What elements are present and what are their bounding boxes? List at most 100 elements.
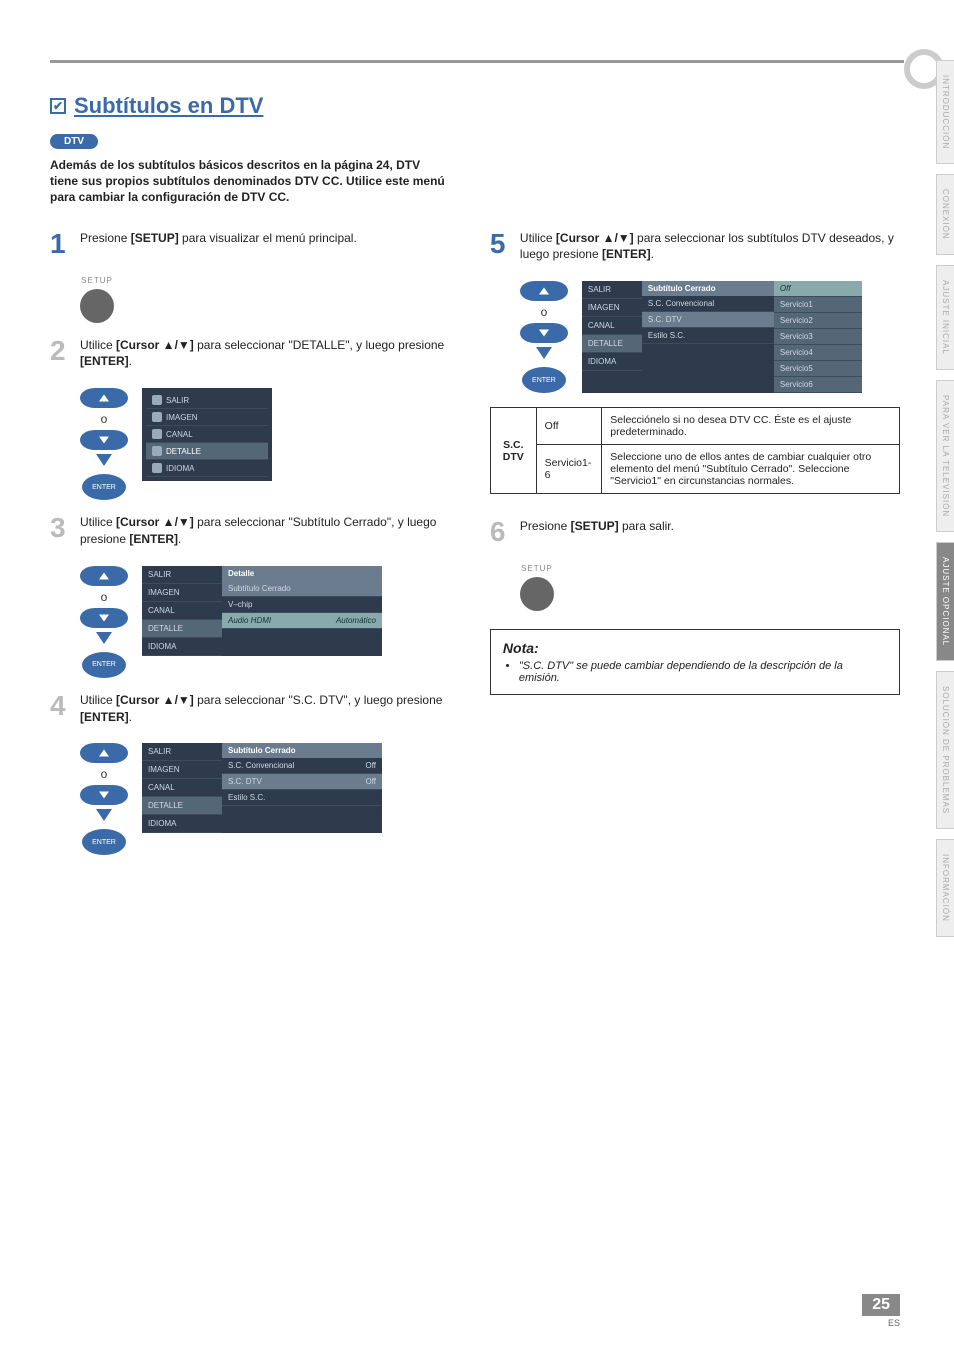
dpad-down-icon: [80, 430, 128, 450]
dpad-or: o: [541, 305, 548, 319]
spec-val: Seleccione uno de ellos antes de cambiar…: [602, 445, 900, 494]
step-3-text: Utilice [Cursor ▲/▼] para seleccionar "S…: [80, 514, 460, 548]
step-4-mid: para seleccionar "S.C. DTV", y luego pre…: [194, 693, 443, 707]
menu-panel-step5: SALIR IMAGEN CANAL DETALLE IDIOMA Subtít…: [582, 281, 862, 393]
step-1-pre: Presione: [80, 231, 131, 245]
row-label: Subtítulo Cerrado: [228, 584, 291, 593]
menu-label: DETALLE: [166, 447, 201, 456]
menu-item: CANAL: [582, 317, 642, 335]
menu-label: CANAL: [148, 783, 175, 792]
dtv-badge: DTV: [50, 134, 98, 149]
menu-label: IDIOMA: [148, 819, 176, 828]
step-5-post: .: [651, 247, 654, 261]
row-value: Off: [365, 777, 376, 786]
menu-label: SALIR: [588, 285, 611, 294]
step-2-post: .: [129, 354, 132, 368]
side-tab: PARA VER LA TELEVISIÓN: [936, 380, 954, 532]
menu-item: SALIR: [142, 566, 222, 584]
step-4-pre: Utilice: [80, 693, 116, 707]
row-value: Off: [365, 761, 376, 770]
side-tab-active: AJUSTE OPCIONAL: [936, 542, 954, 661]
spec-val: Selecciónelo si no desea DTV CC. Éste es…: [602, 408, 900, 445]
side-tabs: INTRODUCCIÓN CONEXIÓN AJUSTE INICIAL PAR…: [936, 60, 954, 937]
setup-button-icon: [520, 577, 554, 611]
menu-item: DETALLE: [142, 797, 222, 815]
dpad-down-icon: [80, 785, 128, 805]
menu-item: IDIOMA: [582, 353, 642, 371]
intro-text: Además de los subtítulos básicos descrit…: [50, 157, 450, 206]
dpad-up-icon: [80, 566, 128, 586]
menu-item: SALIR: [582, 281, 642, 299]
step-number-6: 6: [490, 518, 512, 546]
setup-button-illustration: SETUP: [80, 276, 114, 323]
menu-label: DETALLE: [148, 801, 183, 810]
option-row: Servicio2: [774, 313, 862, 329]
panel-row: S.C. Convencional: [642, 296, 774, 312]
menu-label: SALIR: [148, 747, 171, 756]
panel-row: S.C. ConvencionalOff: [222, 758, 382, 774]
menu-label: IMAGEN: [148, 588, 180, 597]
dpad-up-icon: [80, 743, 128, 763]
step-2-pre: Utilice: [80, 338, 116, 352]
menu-item-idioma: IDIOMA: [146, 460, 268, 477]
option-row: Servicio3: [774, 329, 862, 345]
step-5-pre: Utilice: [520, 231, 556, 245]
panel-row: Audio HDMIAutomático: [222, 613, 382, 629]
note-title: Nota:: [503, 640, 887, 656]
step-number-2: 2: [50, 337, 72, 371]
option-row: Servicio5: [774, 361, 862, 377]
option-label: Servicio5: [780, 364, 813, 373]
step-5-bold2: [ENTER]: [602, 247, 651, 261]
spec-key: Off: [536, 408, 602, 445]
setup-label: SETUP: [80, 276, 114, 285]
option-label: Servicio6: [780, 380, 813, 389]
step-number-5: 5: [490, 230, 512, 264]
menu-item-imagen: IMAGEN: [146, 409, 268, 426]
menu-label: IDIOMA: [588, 357, 616, 366]
spec-key: Servicio1-6: [536, 445, 602, 494]
imagen-icon: [152, 412, 162, 422]
panel-header: Subtítulo Cerrado: [222, 743, 382, 758]
dpad-illustration: o ENTER: [520, 281, 568, 393]
step-2-text: Utilice [Cursor ▲/▼] para seleccionar "D…: [80, 337, 460, 371]
step-number-4: 4: [50, 692, 72, 726]
option-label: Servicio1: [780, 300, 813, 309]
step-number-1: 1: [50, 230, 72, 258]
option-row: Servicio6: [774, 377, 862, 393]
step-6-pre: Presione: [520, 519, 571, 533]
dpad-illustration: o ENTER: [80, 566, 128, 678]
menu-item-detalle: DETALLE: [146, 443, 268, 460]
menu-item-canal: CANAL: [146, 426, 268, 443]
side-tab: INTRODUCCIÓN: [936, 60, 954, 164]
row-label: Estilo S.C.: [228, 793, 265, 802]
arrow-down-icon: [536, 347, 552, 359]
option-label: Servicio2: [780, 316, 813, 325]
menu-item: IDIOMA: [142, 815, 222, 833]
enter-button-icon: ENTER: [82, 829, 126, 855]
canal-icon: [152, 429, 162, 439]
step-3-bold: [Cursor ▲/▼]: [116, 515, 194, 529]
dpad-up-icon: [80, 388, 128, 408]
page-lang: ES: [862, 1318, 900, 1328]
dpad-illustration: o ENTER: [80, 388, 128, 500]
menu-panel-step2: SALIR IMAGEN CANAL DETALLE IDIOMA: [142, 388, 272, 481]
row-label: Estilo S.C.: [648, 331, 685, 340]
step-1-text: Presione [SETUP] para visualizar el menú…: [80, 230, 460, 258]
step-4-bold2: [ENTER]: [80, 710, 129, 724]
menu-item: IMAGEN: [582, 299, 642, 317]
page-title: Subtítulos en DTV: [74, 93, 263, 119]
dpad-up-icon: [520, 281, 568, 301]
menu-label: CANAL: [166, 430, 193, 439]
option-label: Off: [780, 284, 791, 293]
menu-item: DETALLE: [142, 620, 222, 638]
menu-label: SALIR: [148, 570, 171, 579]
step-6-text: Presione [SETUP] para salir.: [520, 518, 900, 546]
step-1-bold: [SETUP]: [131, 231, 179, 245]
menu-panel-step3: SALIR IMAGEN CANAL DETALLE IDIOMA Detall…: [142, 566, 382, 656]
menu-label: DETALLE: [588, 339, 623, 348]
setup-label: SETUP: [520, 564, 554, 573]
enter-button-icon: ENTER: [82, 474, 126, 500]
row-label: Audio HDMI: [228, 616, 271, 625]
row-label: V–chip: [228, 600, 252, 609]
step-2-mid: para seleccionar "DETALLE", y luego pres…: [194, 338, 444, 352]
